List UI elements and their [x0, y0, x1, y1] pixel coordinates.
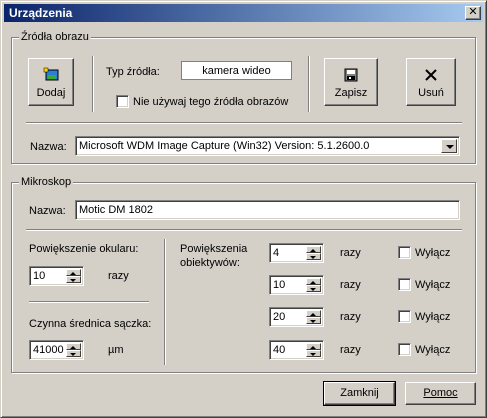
microscope-group: Mikroskop Nazwa: Motic DM 1802 Powiększe… — [11, 175, 476, 373]
objective-unit: razy — [340, 311, 361, 323]
sources-separator-right — [308, 56, 310, 112]
microscope-column-separator — [164, 239, 166, 365]
microscope-name-input[interactable]: Motic DM 1802 — [75, 200, 460, 220]
objective-unit: razy — [340, 247, 361, 259]
dont-use-source-checkbox[interactable] — [116, 95, 129, 108]
arrow-down-icon — [310, 320, 316, 323]
objective-value: 40 — [273, 344, 286, 356]
arrow-up-icon — [70, 272, 76, 275]
objective-unit: razy — [340, 279, 361, 291]
objective-decrement[interactable] — [306, 350, 321, 357]
objective-disable-label: Wyłącz — [415, 311, 451, 323]
objective-spinner[interactable]: 20 — [269, 307, 324, 327]
arrow-up-icon — [310, 346, 316, 349]
objective-value: 4 — [273, 247, 280, 259]
source-name-dropdown-button[interactable] — [441, 139, 457, 153]
aperture-spin-buttons[interactable] — [66, 343, 81, 357]
eyepiece-decrement[interactable] — [66, 276, 81, 283]
microscope-name-label: Nazwa: — [29, 205, 66, 217]
save-button-label: Zapisz — [334, 87, 368, 99]
arrow-down-icon — [310, 353, 316, 356]
objective-disable-label: Wyłącz — [415, 247, 451, 259]
aperture-unit: µm — [108, 344, 124, 356]
objective-spin-buttons[interactable] — [306, 278, 321, 292]
window-title: Urządzenia — [9, 6, 73, 20]
dont-use-source-label: Nie używaj tego źródła obrazów — [133, 96, 289, 108]
objective-value: 10 — [273, 279, 286, 291]
source-name-combobox[interactable]: Microsoft WDM Image Capture (Win32) Vers… — [75, 136, 460, 156]
arrow-up-icon — [70, 346, 76, 349]
source-name-label: Nazwa: — [30, 141, 67, 153]
objective-spin-buttons[interactable] — [306, 310, 321, 324]
arrow-down-icon — [310, 256, 316, 259]
save-button[interactable]: Zapisz — [324, 58, 378, 106]
objective-disable-checkbox[interactable] — [398, 278, 411, 291]
objective-spinner[interactable]: 10 — [269, 275, 324, 295]
eyepiece-unit: razy — [108, 270, 129, 282]
sources-group-title: Źródła obrazu — [19, 30, 91, 44]
arrow-up-icon — [310, 313, 316, 316]
close-icon: ✕ — [468, 6, 478, 18]
sources-group: Źródła obrazu Dodaj Typ źródła: kamera w… — [11, 30, 476, 164]
objective-disable-label: Wyłącz — [415, 344, 451, 356]
objective-disable-checkbox[interactable] — [398, 343, 411, 356]
arrow-down-icon — [70, 279, 76, 282]
camera-add-icon — [43, 67, 59, 83]
source-type-field: kamera wideo — [181, 61, 292, 80]
devices-dialog: Urządzenia ✕ Źródła obrazu Dodaj Typ źró… — [0, 0, 487, 418]
eyepiece-increment[interactable] — [66, 269, 81, 276]
eyepiece-label: Powiększenie okularu: — [29, 243, 139, 255]
eyepiece-value: 10 — [33, 270, 46, 282]
sources-name-separator — [26, 122, 462, 124]
source-type-label: Typ źródła: — [106, 66, 160, 78]
microscope-name-separator — [26, 229, 462, 231]
objective-spinner[interactable]: 40 — [269, 340, 324, 360]
objective-value: 20 — [273, 311, 286, 323]
left-column-separator — [29, 301, 149, 303]
close-button[interactable]: Zamknij — [323, 381, 396, 406]
arrow-down-icon — [310, 288, 316, 291]
aperture-increment[interactable] — [66, 343, 81, 350]
objectives-label-line2: obiektywów: — [180, 257, 240, 269]
title-bar[interactable]: Urządzenia ✕ — [4, 4, 483, 22]
objective-increment[interactable] — [306, 310, 321, 317]
objective-decrement[interactable] — [306, 253, 321, 260]
objective-disable-checkbox[interactable] — [398, 310, 411, 323]
aperture-spinner[interactable]: 41000 — [29, 340, 84, 360]
aperture-label: Czynna średnica sączka: — [29, 318, 152, 330]
objective-increment[interactable] — [306, 343, 321, 350]
objective-decrement[interactable] — [306, 317, 321, 324]
objective-unit: razy — [340, 344, 361, 356]
delete-x-icon — [423, 67, 439, 83]
chevron-down-icon — [446, 145, 454, 149]
objective-decrement[interactable] — [306, 285, 321, 292]
source-name-value: Microsoft WDM Image Capture (Win32) Vers… — [79, 140, 370, 152]
microscope-group-title: Mikroskop — [19, 175, 74, 189]
aperture-value: 41000 — [33, 344, 64, 356]
objective-increment[interactable] — [306, 246, 321, 253]
objective-disable-checkbox[interactable] — [398, 246, 411, 259]
add-button[interactable]: Dodaj — [28, 58, 74, 106]
aperture-decrement[interactable] — [66, 350, 81, 357]
save-icon — [343, 67, 359, 83]
objective-spinner[interactable]: 4 — [269, 243, 324, 263]
objectives-label-line1: Powiększenia — [180, 243, 248, 255]
objective-disable-label: Wyłącz — [415, 279, 451, 291]
objective-increment[interactable] — [306, 278, 321, 285]
delete-button-label: Usuń — [418, 87, 444, 99]
objective-spin-buttons[interactable] — [306, 246, 321, 260]
sources-separator-left — [92, 56, 94, 112]
help-button-label: Pomoc — [423, 387, 458, 399]
arrow-up-icon — [310, 281, 316, 284]
arrow-up-icon — [310, 249, 316, 252]
close-window-button[interactable]: ✕ — [465, 6, 481, 20]
add-button-label: Dodaj — [36, 87, 66, 99]
close-button-label: Zamknij — [340, 387, 379, 399]
eyepiece-spin-buttons[interactable] — [66, 269, 81, 283]
help-button[interactable]: Pomoc — [405, 382, 476, 405]
arrow-down-icon — [70, 353, 76, 356]
eyepiece-spinner[interactable]: 10 — [29, 266, 84, 286]
delete-button[interactable]: Usuń — [406, 58, 456, 106]
objective-spin-buttons[interactable] — [306, 343, 321, 357]
